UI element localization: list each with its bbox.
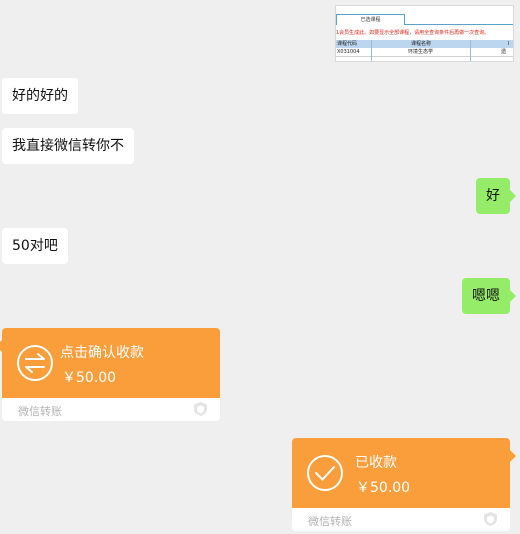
- transfer-card-body: 已收款 ￥50.00: [292, 438, 510, 508]
- checkmark-icon: [307, 455, 343, 491]
- transfer-footer-label: 微信转账: [308, 515, 352, 528]
- transfer-title: 已收款: [355, 455, 397, 471]
- thumbnail-header-cell: I: [508, 41, 510, 47]
- thumbnail-table-header: 课程代码 课程名称 I: [336, 40, 513, 48]
- thumbnail-table-row: X031004 环境生态学 遗: [336, 48, 513, 57]
- message-bubble-received[interactable]: 50对吧: [2, 228, 68, 264]
- transfer-arrows-icon: [17, 345, 53, 381]
- thumbnail-grid-line: [470, 40, 471, 61]
- thumbnail-row-cell: 遗: [501, 49, 507, 55]
- transfer-footer-label: 微信转账: [18, 405, 62, 418]
- thumbnail-row-cell: X031004: [337, 49, 360, 55]
- thumbnail-grid-line: [371, 40, 372, 61]
- message-bubble-received[interactable]: 我直接微信转你不: [2, 128, 134, 164]
- transfer-amount: ￥50.00: [356, 480, 411, 496]
- message-bubble-sent[interactable]: 嗯嗯: [462, 278, 516, 314]
- transfer-title: 点击确认收款: [60, 345, 144, 361]
- thumbnail-tab-bar: 已选课程: [336, 14, 513, 25]
- thumbnail-row-cell: 环境生态学: [408, 49, 434, 55]
- thumbnail-header-cell: 课程代码: [337, 41, 358, 47]
- shield-icon: [194, 402, 207, 416]
- transfer-amount: ￥50.00: [62, 370, 117, 386]
- transfer-card-footer: 微信转账: [292, 508, 510, 531]
- transfer-card-footer: 微信转账: [2, 398, 220, 421]
- transfer-card-body: 点击确认收款 ￥50.00: [2, 328, 220, 398]
- message-bubble-received[interactable]: 好的好的: [2, 78, 78, 114]
- shield-icon: [484, 512, 497, 526]
- thumbnail-notice: 1会员生成此。如要显示全部课程，请用全查询条件后再做一次查询。: [336, 30, 490, 36]
- thumbnail-tab: 已选课程: [336, 14, 405, 25]
- transfer-card-received[interactable]: 已收款 ￥50.00 微信转账: [292, 438, 516, 531]
- transfer-card-incoming[interactable]: 点击确认收款 ￥50.00 微信转账: [0, 328, 220, 421]
- message-bubble-sent[interactable]: 好: [476, 178, 516, 214]
- screenshot-image-message[interactable]: 已选课程 1会员生成此。如要显示全部课程，请用全查询条件后再做一次查询。 课程代…: [335, 5, 514, 62]
- thumbnail-header-cell: 课程名称: [411, 41, 432, 47]
